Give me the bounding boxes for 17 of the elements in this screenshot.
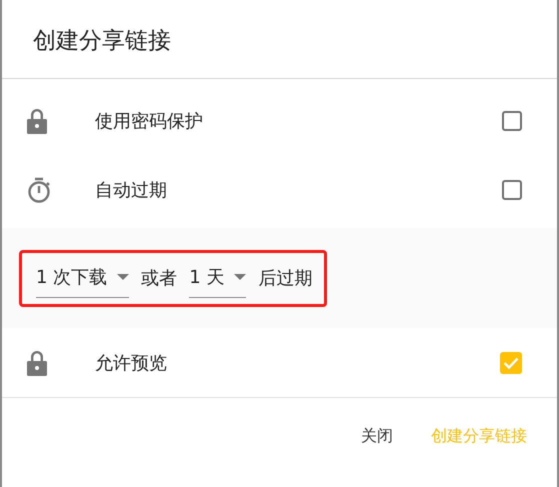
caret-icon <box>234 274 246 280</box>
dialog-title: 创建分享链接 <box>33 26 171 56</box>
caret-icon <box>117 274 130 280</box>
stopwatch-icon <box>27 176 51 202</box>
option-label: 自动过期 <box>95 178 168 202</box>
expiry-text: 或者 <box>141 267 178 290</box>
dropdown[interactable]: 1 天 <box>189 258 246 298</box>
checked-checkbox[interactable] <box>500 352 522 374</box>
checkbox[interactable] <box>502 110 522 130</box>
dropdown[interactable]: 1 次下载 <box>36 258 130 298</box>
expiry-text: 后过期 <box>258 267 312 290</box>
lock-icon <box>27 350 47 376</box>
option-label: 使用密码保护 <box>95 110 204 132</box>
option-label: 允许预览 <box>95 352 168 374</box>
lock-icon <box>27 108 47 134</box>
checkbox[interactable] <box>502 180 522 200</box>
close-button[interactable]: 关闭 <box>361 426 393 447</box>
